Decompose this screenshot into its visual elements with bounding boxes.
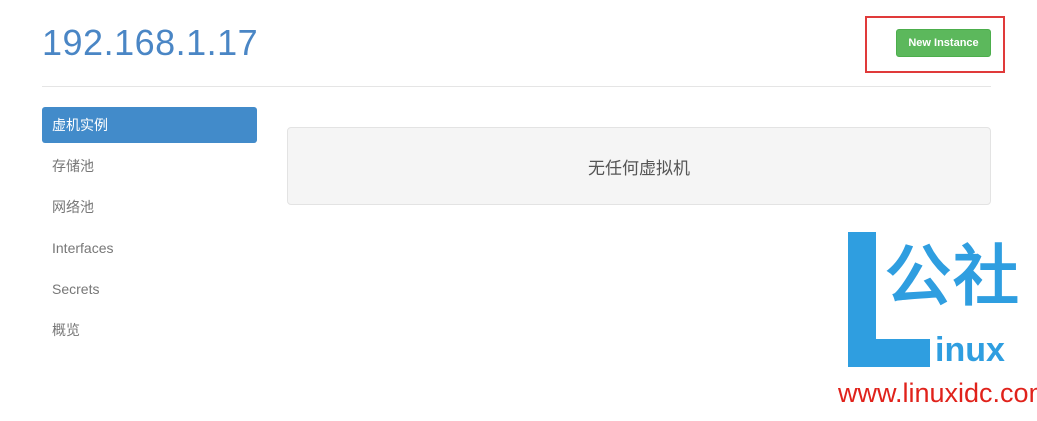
- sidebar-item-secrets[interactable]: Secrets: [42, 271, 257, 307]
- sidebar-item-storage-pools[interactable]: 存储池: [42, 148, 257, 184]
- new-instance-button[interactable]: New Instance: [896, 29, 991, 57]
- sidebar-nav: 虚机实例 存储池 网络池 Interfaces Secrets 概览: [42, 107, 257, 353]
- empty-state-panel: 无任何虚拟机: [287, 127, 991, 205]
- sidebar-item-interfaces[interactable]: Interfaces: [42, 230, 257, 266]
- sidebar-item-network-pools[interactable]: 网络池: [42, 189, 257, 225]
- sidebar-item-instances[interactable]: 虚机实例: [42, 107, 257, 143]
- empty-state-message: 无任何虚拟机: [588, 158, 690, 178]
- header-divider: [42, 86, 991, 87]
- sidebar-item-overview[interactable]: 概览: [42, 312, 257, 348]
- watermark-url: www.linuxidc.com: [838, 378, 1037, 408]
- watermark-logo-l-foot: [848, 339, 930, 367]
- page-title: 192.168.1.17: [42, 22, 259, 63]
- watermark-logo-linux: inux: [935, 331, 1005, 369]
- watermark-logo-text: 公社: [885, 239, 1021, 313]
